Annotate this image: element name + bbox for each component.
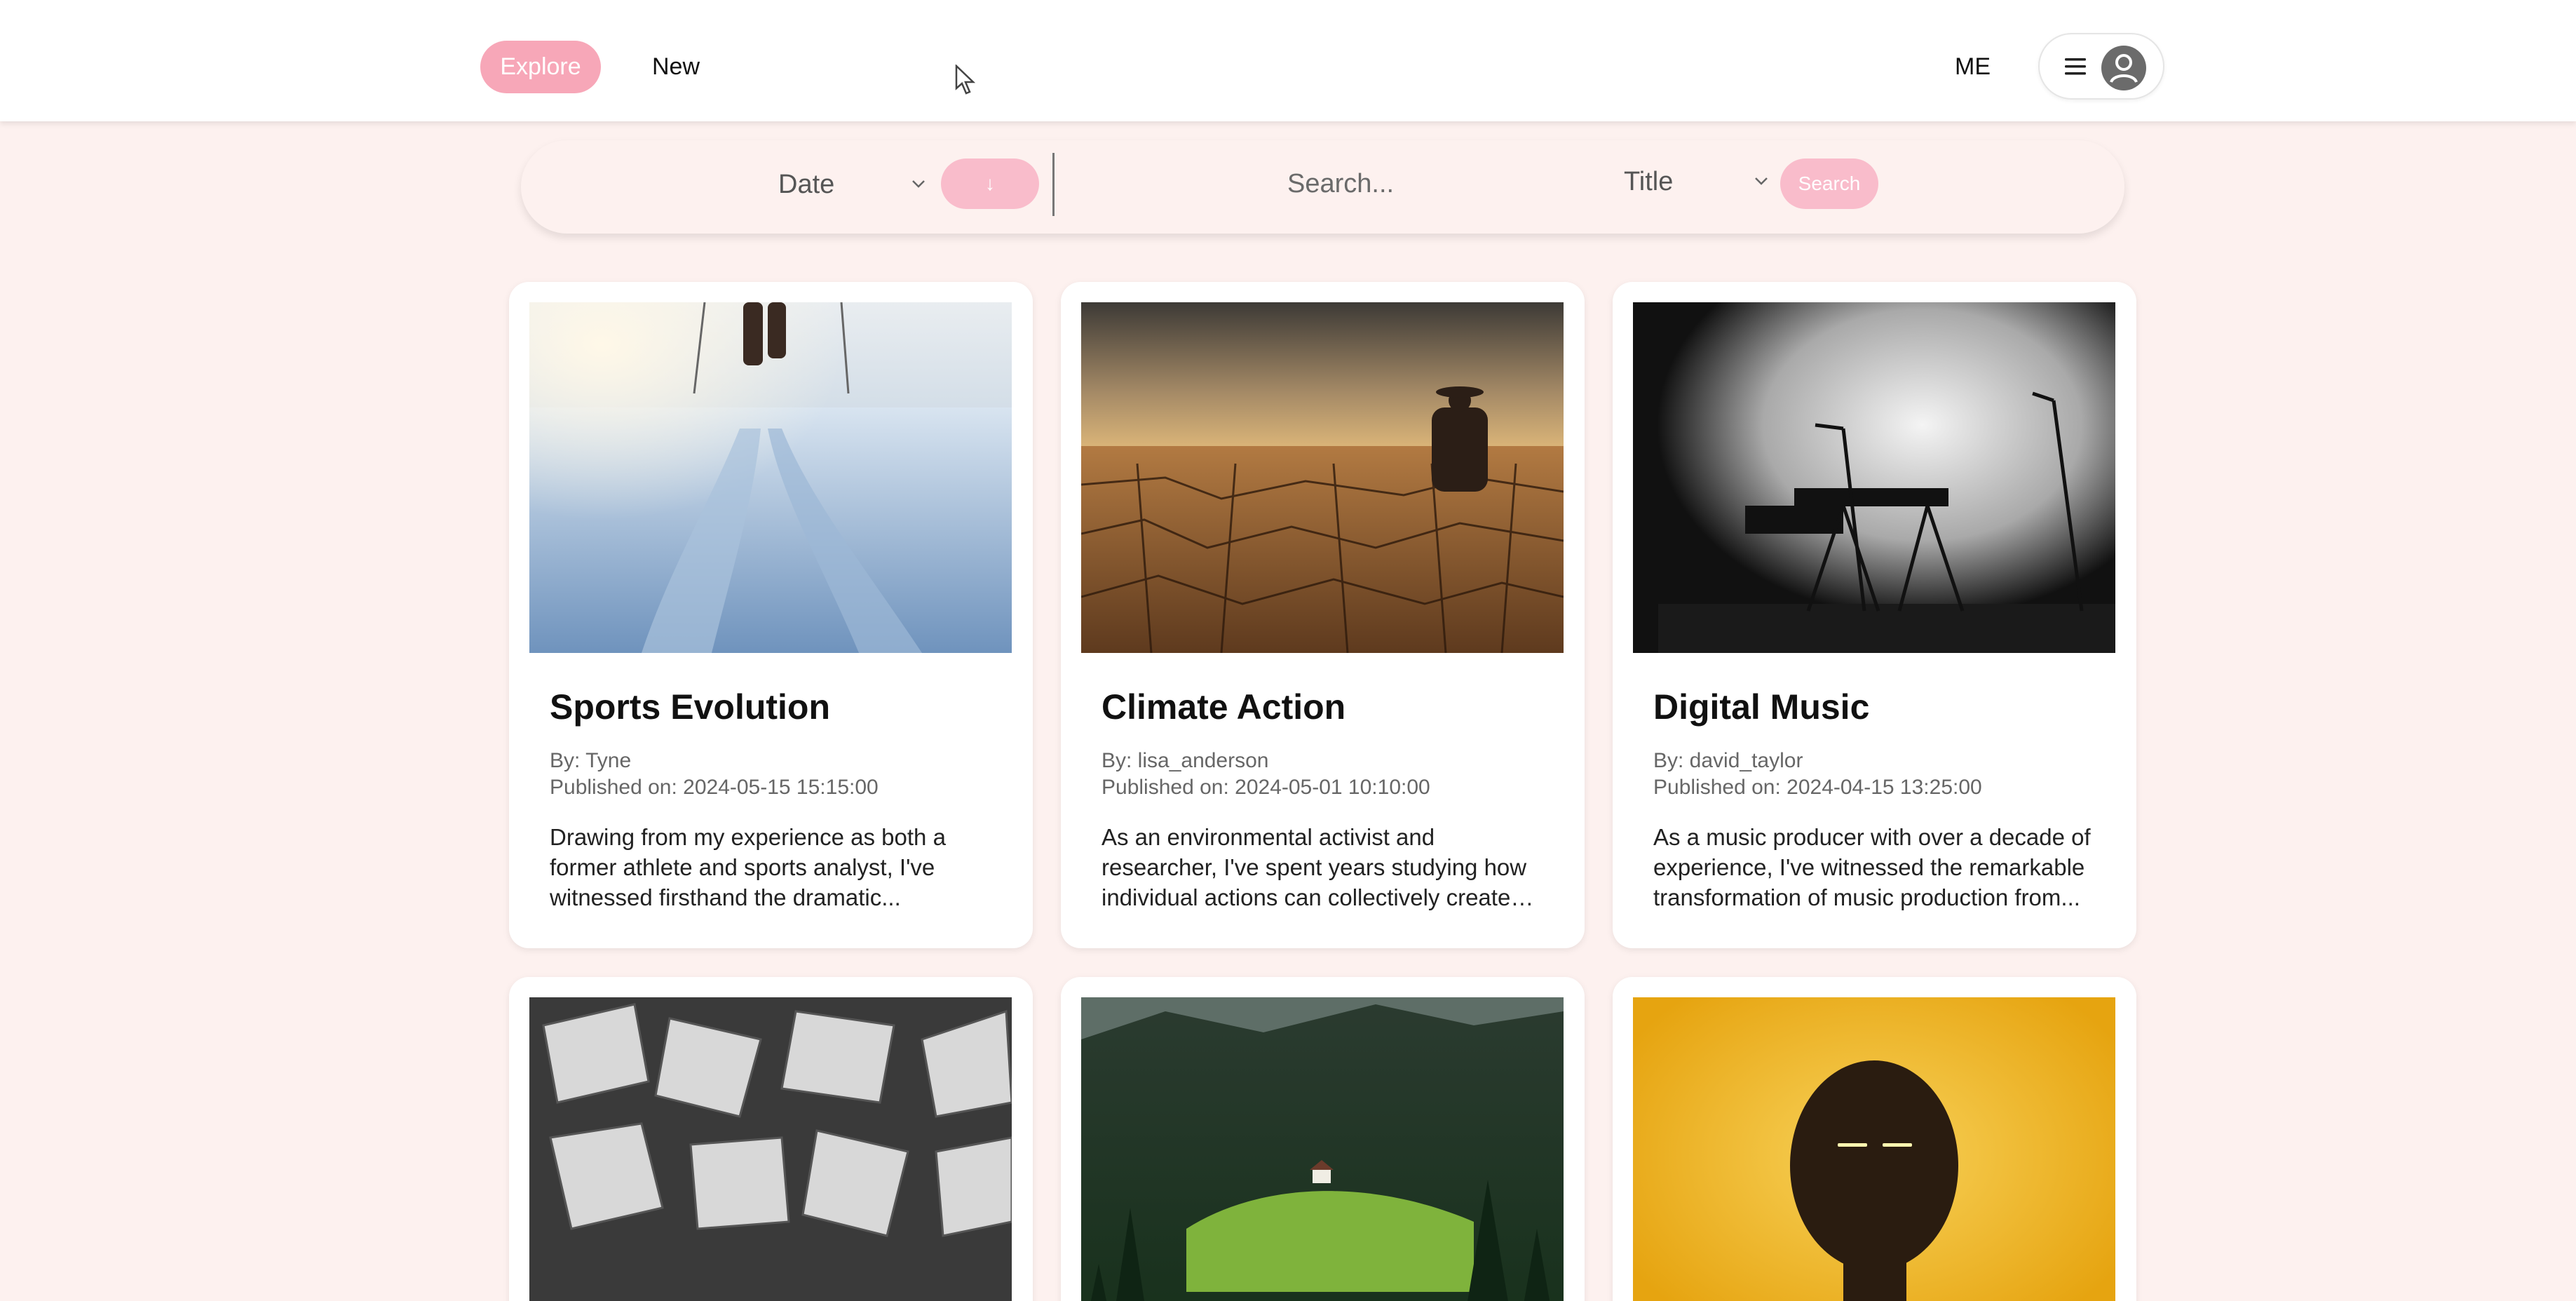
post-image-snow-trail: [529, 302, 1012, 653]
post-date: Published on: 2024-04-15 13:25:00: [1653, 776, 1982, 799]
post-image-cracked-earth: [1081, 302, 1564, 653]
search-button[interactable]: Search: [1780, 159, 1878, 209]
sort-order-toggle[interactable]: ↓: [941, 159, 1039, 209]
chevron-down-icon: [912, 180, 925, 188]
post-image-open-books: [529, 997, 1012, 1301]
post-author: By: lisa_anderson: [1101, 749, 1269, 772]
post-title[interactable]: Climate Action: [1101, 687, 1345, 727]
post-image-forest-valley: [1081, 997, 1564, 1301]
post-excerpt: As an environmental activist and researc…: [1101, 824, 1527, 910]
post-card[interactable]: [1613, 977, 2136, 1301]
post-excerpt: Drawing from my experience as both a for…: [550, 824, 946, 910]
search-input[interactable]: [1287, 160, 1526, 208]
nav-new-link[interactable]: New: [652, 41, 700, 93]
post-date: Published on: 2024-05-01 10:10:00: [1101, 776, 1430, 799]
chevron-down-icon: [1755, 177, 1768, 185]
top-navbar: Explore New ME: [0, 0, 2576, 121]
post-author: By: Tyne: [550, 749, 632, 772]
search-field-value: Title: [1624, 167, 1674, 196]
post-card[interactable]: [1061, 977, 1585, 1301]
search-field-select[interactable]: Title: [1624, 160, 1778, 203]
sort-by-select[interactable]: Date: [778, 163, 933, 206]
mouse-cursor-icon: [955, 65, 976, 95]
post-image-glowing-eyes-portrait: [1633, 997, 2115, 1301]
user-avatar-icon: [2101, 46, 2146, 90]
user-menu-button[interactable]: [2038, 33, 2164, 100]
post-card[interactable]: [509, 977, 1033, 1301]
post-card[interactable]: Climate Action By: lisa_anderson Publish…: [1061, 282, 1585, 948]
post-author: By: david_taylor: [1653, 749, 1803, 772]
post-date: Published on: 2024-05-15 15:15:00: [550, 776, 879, 799]
post-image-stage-keyboard: [1633, 302, 2115, 653]
post-title[interactable]: Digital Music: [1653, 687, 1869, 727]
sort-by-value: Date: [778, 170, 835, 199]
filter-divider: [1052, 153, 1055, 216]
hamburger-menu-icon: [2065, 58, 2086, 75]
post-card[interactable]: Digital Music By: david_taylor Published…: [1613, 282, 2136, 948]
post-card[interactable]: Sports Evolution By: Tyne Published on: …: [509, 282, 1033, 948]
nav-me-link[interactable]: ME: [1955, 41, 1991, 93]
post-title[interactable]: Sports Evolution: [550, 687, 830, 727]
post-excerpt: As a music producer with over a decade o…: [1653, 824, 2091, 910]
nav-explore-button[interactable]: Explore: [480, 41, 601, 93]
